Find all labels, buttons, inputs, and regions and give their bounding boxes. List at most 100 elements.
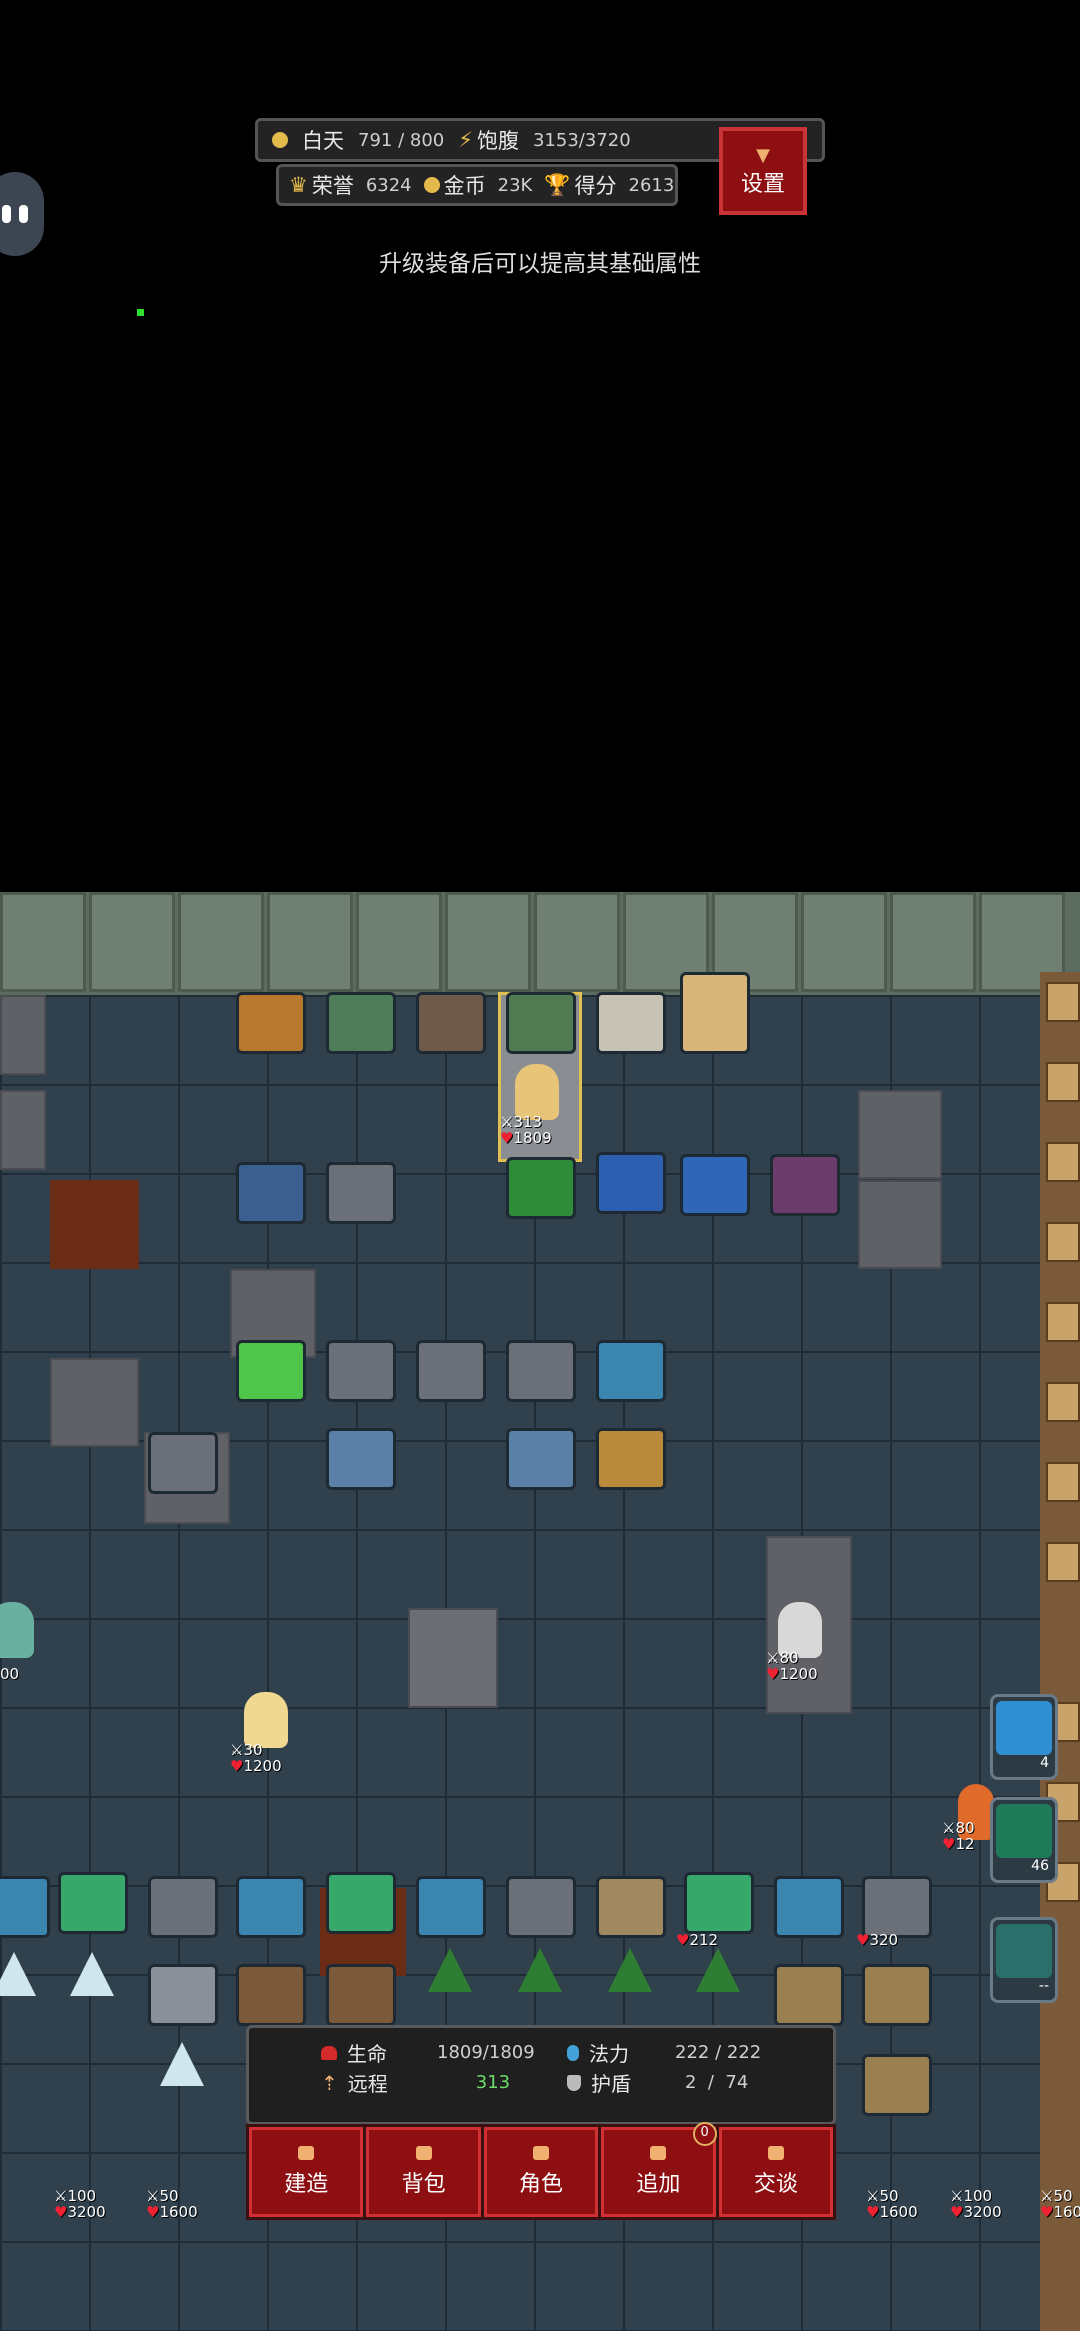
range-label: 远程 xyxy=(347,2072,388,2096)
character-button[interactable]: 角色 xyxy=(483,2127,599,2217)
battery-building[interactable] xyxy=(506,1340,576,1402)
seedling-pot[interactable] xyxy=(326,1964,396,2026)
furnace-building[interactable] xyxy=(416,992,486,1054)
battery-building[interactable] xyxy=(416,1340,486,1402)
tank-building[interactable] xyxy=(506,1428,576,1490)
stone-tile xyxy=(858,1180,942,1269)
player-stats-panel: 生命 1809/1809 ⇡ 远程 313 法力 222 / 222 护盾 2 … xyxy=(246,2025,836,2125)
skill-count: 46 xyxy=(1031,1858,1049,1874)
seedling-pot[interactable] xyxy=(236,1964,306,2026)
bag-button[interactable]: 背包 xyxy=(366,2127,481,2217)
skill-shield[interactable]: -- xyxy=(990,1917,1058,2003)
console-building[interactable] xyxy=(862,1876,932,1938)
mana-row: 法力 222 / 222 xyxy=(567,2038,761,2067)
pine-tree[interactable] xyxy=(518,1948,562,1992)
chat-icon xyxy=(767,2146,784,2160)
life-label: 生命 xyxy=(347,2042,387,2066)
bag-icon xyxy=(415,2146,432,2160)
stone-tile xyxy=(858,1090,942,1179)
tower-stats: ⚔50♥1600 xyxy=(146,2187,198,2221)
screen-building[interactable] xyxy=(416,1876,486,1938)
shield-value: 2 / 74 xyxy=(685,2072,749,2093)
day-value: 791 / 800 xyxy=(358,129,445,151)
settings-button[interactable]: ▼ 设置 xyxy=(719,127,807,215)
wheat-plot[interactable] xyxy=(862,1964,932,2026)
pine-tree[interactable] xyxy=(696,1948,740,1992)
eye-icon xyxy=(996,1804,1052,1858)
honor-value: 6324 xyxy=(365,174,412,196)
bolt-icon: ⚡ xyxy=(458,128,473,152)
skill-count: 4 xyxy=(1040,1755,1049,1771)
arrow-up-icon: ⇡ xyxy=(321,2070,338,2095)
heart-icon xyxy=(321,2045,337,2060)
snow-tree[interactable] xyxy=(160,2042,204,2086)
battery-building[interactable] xyxy=(326,1340,396,1402)
shop-building[interactable] xyxy=(596,992,666,1054)
skill-eye[interactable]: 46 xyxy=(990,1797,1058,1883)
plasma-turret[interactable] xyxy=(58,1872,128,1934)
crate-building[interactable] xyxy=(596,1876,666,1938)
tank-building[interactable] xyxy=(326,1428,396,1490)
crystal-plant[interactable] xyxy=(148,1964,218,2026)
anvil-building[interactable] xyxy=(326,992,396,1054)
workbench-building[interactable] xyxy=(326,1162,396,1224)
console-building[interactable] xyxy=(148,1876,218,1938)
shield-row: 护盾 2 / 74 xyxy=(567,2068,748,2097)
snow-tree[interactable] xyxy=(70,1952,114,1996)
mana-label: 法力 xyxy=(589,2042,629,2066)
snow-tree[interactable] xyxy=(0,1952,36,1996)
vault-building[interactable] xyxy=(596,1428,666,1490)
screen-building[interactable] xyxy=(0,1876,50,1938)
chest-building[interactable] xyxy=(236,1162,306,1224)
bank-building[interactable] xyxy=(680,1154,750,1216)
settings-label: 设置 xyxy=(740,171,785,197)
observatory-building[interactable] xyxy=(596,1152,666,1214)
add-label: 追加 xyxy=(636,2172,681,2197)
reactor-building[interactable] xyxy=(506,1157,576,1219)
angel-unit[interactable] xyxy=(244,1692,288,1748)
main-menu: 建造 背包 角色 追加 0 交谈 xyxy=(246,2122,836,2220)
altar-building[interactable] xyxy=(770,1154,840,1216)
add-badge: 0 xyxy=(692,2122,717,2146)
wheat-plot[interactable] xyxy=(774,1964,844,2026)
shield-stat-icon xyxy=(567,2074,581,2091)
character-label: 角色 xyxy=(519,2172,564,2197)
plasma-turret[interactable] xyxy=(684,1872,754,1934)
stone-tile xyxy=(0,995,46,1075)
talk-button[interactable]: 交谈 xyxy=(718,2127,834,2217)
green-crystal-building[interactable] xyxy=(236,1340,306,1402)
stone-pedestal[interactable] xyxy=(408,1608,498,1708)
character-icon xyxy=(533,2146,550,2160)
score-value: 2613 xyxy=(628,174,675,196)
coin-icon xyxy=(423,177,440,193)
edge-unit[interactable] xyxy=(0,1602,34,1658)
ship-building[interactable] xyxy=(236,992,306,1054)
stone-tile xyxy=(50,1358,139,1447)
range-row: ⇡ 远程 313 xyxy=(321,2068,510,2097)
tower-stats: ⚔50♥1600 xyxy=(866,2187,918,2221)
status-bar-bottom: ♛ 荣誉 6324 金币 23K 🏆 得分 2613 xyxy=(276,164,678,206)
talk-label: 交谈 xyxy=(753,2172,798,2197)
player-hero[interactable] xyxy=(515,1064,559,1120)
player-stats: ⚔313 ♥1809 xyxy=(500,1113,552,1147)
pine-tree[interactable] xyxy=(608,1948,652,1992)
score-label: 得分 xyxy=(574,174,617,198)
day-label: 白天 xyxy=(302,129,344,153)
pine-tree[interactable] xyxy=(428,1948,472,1992)
wheat-plot[interactable] xyxy=(862,2054,932,2116)
build-button[interactable]: 建造 xyxy=(249,2127,364,2217)
skill-lightning[interactable]: 4 xyxy=(990,1694,1058,1780)
castle-building[interactable] xyxy=(680,972,750,1054)
plasma-turret[interactable] xyxy=(326,1872,396,1934)
screen-building[interactable] xyxy=(236,1876,306,1938)
screen-building[interactable] xyxy=(596,1340,666,1402)
knight-stats: ⚔80 ♥1200 xyxy=(766,1649,818,1683)
gold-value: 23K xyxy=(497,174,533,196)
console-building[interactable] xyxy=(506,1876,576,1938)
lava-tile xyxy=(50,1180,139,1269)
turret-hp: ♥212 xyxy=(676,1931,719,1949)
add-button[interactable]: 追加 0 xyxy=(601,2122,717,2217)
turret-building[interactable] xyxy=(148,1432,218,1494)
oven-building[interactable] xyxy=(506,992,576,1054)
screen-building[interactable] xyxy=(774,1876,844,1938)
